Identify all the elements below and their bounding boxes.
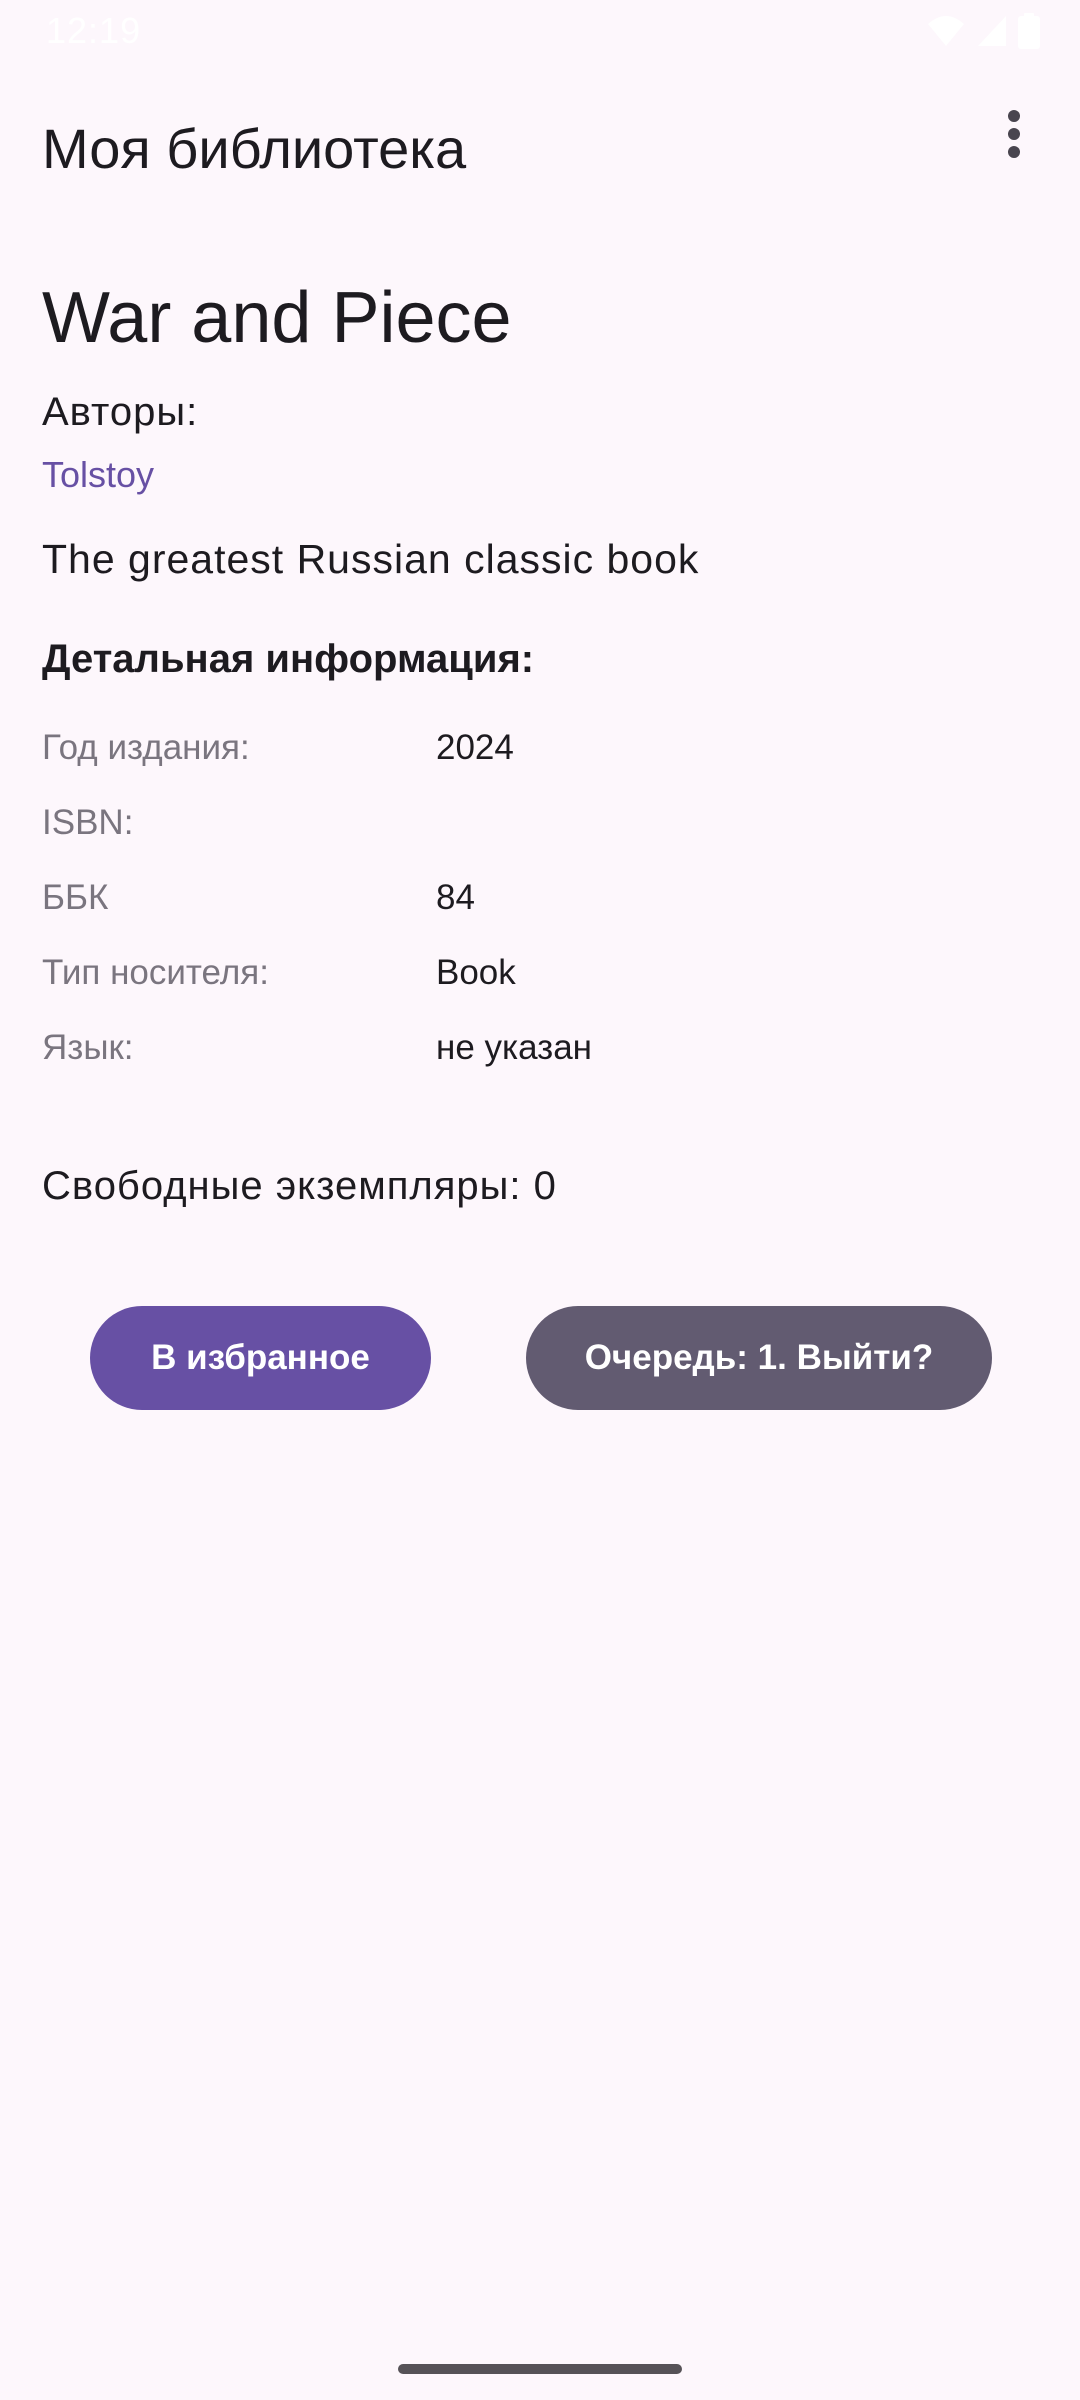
detail-row-bbk: ББК 84 bbox=[42, 860, 1038, 935]
details-heading: Детальная информация: bbox=[42, 637, 535, 681]
detail-row-year: Год издания: 2024 bbox=[42, 710, 1038, 785]
detail-row-media-type: Тип носителя: Book bbox=[42, 935, 1038, 1010]
leave-queue-button[interactable]: Очередь: 1. Выйти? bbox=[526, 1306, 992, 1410]
detail-key: Язык: bbox=[42, 1027, 134, 1067]
free-copies-count: Свободные экземпляры: 0 bbox=[42, 1164, 557, 1208]
detail-key: Тип носителя: bbox=[42, 952, 269, 992]
book-description: The greatest Russian classic book bbox=[42, 536, 700, 582]
more-vert-icon bbox=[1006, 109, 1022, 163]
detail-row-isbn: ISBN: bbox=[42, 785, 1038, 860]
details-table: Год издания: 2024 ISBN: ББК 84 Тип носит… bbox=[42, 710, 1038, 1085]
detail-value: не указан bbox=[436, 1027, 593, 1067]
add-to-favorites-button[interactable]: В избранное bbox=[90, 1306, 431, 1410]
wifi-icon bbox=[926, 14, 966, 48]
detail-row-language: Язык: не указан bbox=[42, 1010, 1038, 1085]
detail-key: Год издания: bbox=[42, 727, 250, 767]
more-options-button[interactable] bbox=[978, 100, 1050, 172]
top-app-bar: Моя библиотека bbox=[0, 88, 1080, 208]
detail-value: 84 bbox=[436, 877, 475, 917]
detail-key: ББК bbox=[42, 877, 109, 917]
detail-value: 2024 bbox=[436, 727, 514, 767]
book-title: War and Piece bbox=[42, 278, 512, 358]
signal-icon bbox=[976, 14, 1008, 48]
status-time: 12:19 bbox=[46, 10, 142, 51]
detail-value: Book bbox=[436, 952, 516, 992]
app-title: Моя библиотека bbox=[42, 117, 467, 180]
action-buttons: В избранное Очередь: 1. Выйти? bbox=[0, 1306, 1080, 1410]
battery-icon bbox=[1018, 13, 1040, 49]
book-details: War and Piece Авторы: Tolstoy The greate… bbox=[42, 268, 1038, 1215]
status-icons bbox=[926, 13, 1040, 49]
detail-key: ISBN: bbox=[42, 802, 134, 842]
authors-label: Авторы: bbox=[42, 390, 199, 434]
status-bar: 12:19 bbox=[0, 0, 1080, 62]
gesture-nav-handle[interactable] bbox=[398, 2364, 682, 2374]
author-link[interactable]: Tolstoy bbox=[42, 450, 1038, 500]
